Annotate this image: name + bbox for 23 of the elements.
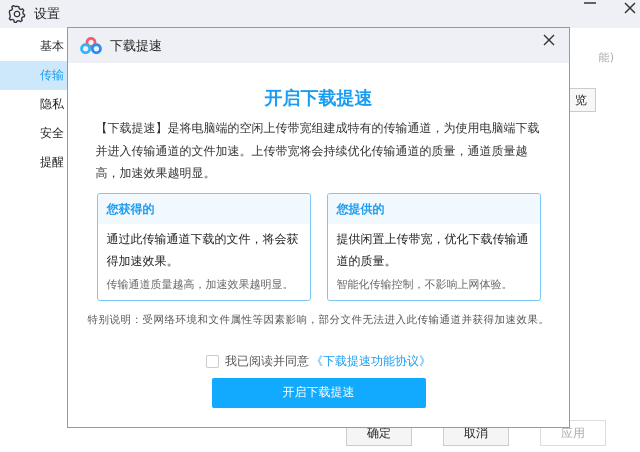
card-title: 您提供的 bbox=[328, 194, 540, 224]
close-icon[interactable] bbox=[624, 2, 636, 14]
sidebar-item[interactable]: 提醒 bbox=[0, 148, 67, 177]
hint-text: 能) bbox=[598, 50, 614, 65]
dialog-heading: 开启下载提速 bbox=[264, 87, 372, 111]
description-text: 【下载提速】是将电脑端的空闲上传带宽组建成特有的传输通道，为使用电脑端下载并进入传输通道的文件加速。上传带宽将会持续优化传输通道的质量，通道质量越高，加速效果越明显。 bbox=[96, 120, 540, 182]
card-text: 通过此传输通道下载的文件，将会获得加速效果。 bbox=[106, 230, 300, 270]
dialog-title: 下载提速 bbox=[110, 38, 162, 54]
window-title: 设置 bbox=[34, 6, 60, 23]
agreement-checkbox[interactable] bbox=[206, 354, 219, 368]
sidebar-item[interactable]: 安全 bbox=[0, 119, 67, 148]
card-title: 您获得的 bbox=[98, 194, 310, 224]
card-note: 智能化传输控制，不影响上网体验。 bbox=[336, 276, 514, 292]
agreement-text: 我已阅读并同意 bbox=[225, 352, 309, 370]
special-note: 特别说明：受网络环境和文件属性等因素影响，部分文件无法进入此传输通道并获得加速效果。 bbox=[88, 312, 550, 326]
settings-icon bbox=[8, 5, 26, 23]
sidebar-item[interactable]: 基本 bbox=[0, 32, 67, 61]
sidebar-item[interactable]: 隐私 bbox=[0, 90, 67, 119]
card-note: 传输通道质量越高，加速效果越明显。 bbox=[106, 276, 294, 292]
cloud-logo-icon bbox=[80, 36, 102, 54]
close-icon[interactable] bbox=[543, 34, 555, 46]
card-text: 提供闲置上传带宽，优化下载传输通道的质量。 bbox=[336, 230, 530, 270]
minimize-icon[interactable] bbox=[584, 2, 596, 6]
